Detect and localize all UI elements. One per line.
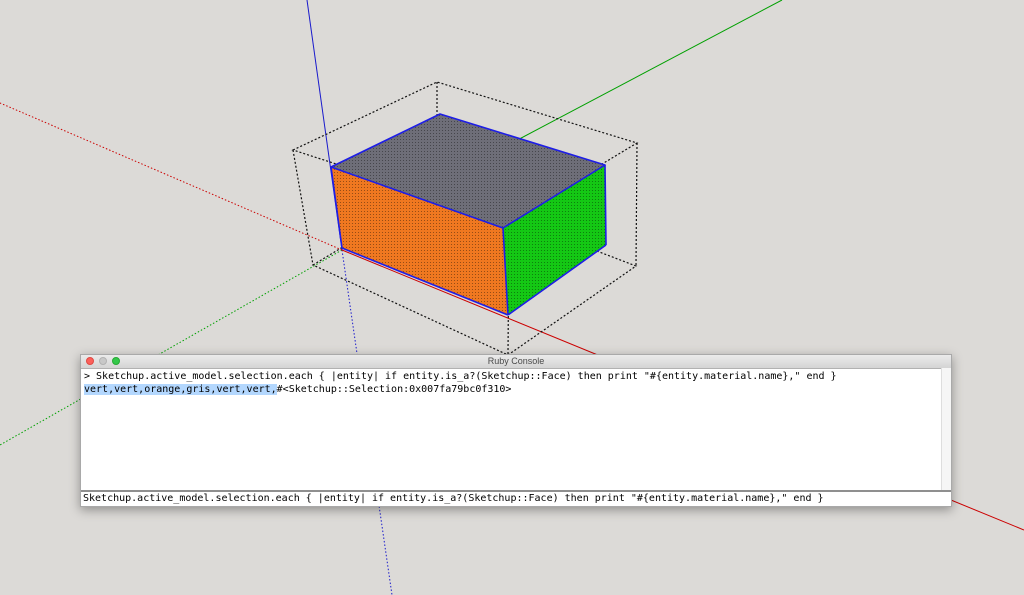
console-titlebar[interactable]: Ruby Console bbox=[81, 355, 951, 369]
ruby-console-window[interactable]: Ruby Console > Sketchup.active_model.sel… bbox=[80, 354, 952, 507]
output-selected-text: vert,vert,orange,gris,vert,vert, bbox=[84, 384, 277, 395]
console-title: Ruby Console bbox=[487, 356, 545, 366]
console-input-field[interactable]: Sketchup.active_model.selection.each { |… bbox=[81, 490, 951, 506]
output-command-line: > Sketchup.active_model.selection.each {… bbox=[84, 371, 837, 382]
green-axis-positive bbox=[507, 0, 783, 146]
output-scrollbar[interactable] bbox=[941, 368, 951, 491]
output-result-line: vert,vert,orange,gris,vert,vert,#<Sketch… bbox=[84, 383, 938, 396]
red-axis-negative bbox=[0, 102, 343, 251]
output-result-text: #<Sketchup::Selection:0x007fa79bc0f310> bbox=[276, 384, 512, 395]
console-output[interactable]: > Sketchup.active_model.selection.each {… bbox=[81, 368, 941, 491]
